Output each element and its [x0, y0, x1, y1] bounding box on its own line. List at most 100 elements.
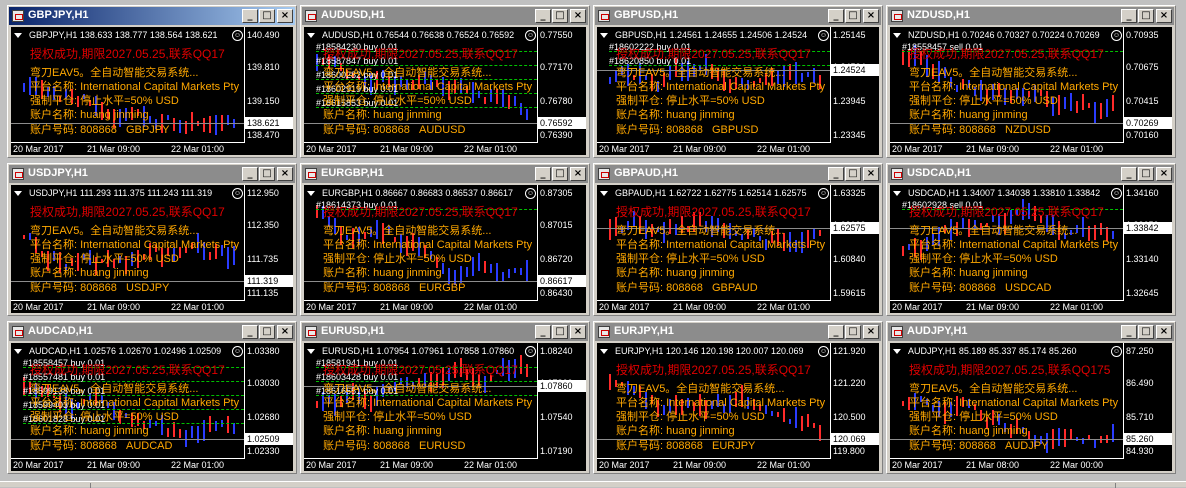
title-bar[interactable]: AUDJPY,H1 _ □ ×: [888, 323, 1174, 341]
minimize-button[interactable]: _: [828, 325, 844, 339]
minimize-button[interactable]: _: [828, 9, 844, 23]
chart-menu-arrow-icon[interactable]: [14, 191, 22, 196]
minimize-button[interactable]: _: [242, 167, 258, 181]
plot-area[interactable]: 87.250 86.490 85.710 84.930 85.260 AUDJP…: [890, 343, 1172, 459]
price-chart[interactable]: 1.08240 1.07860 1.07540 1.07190 1.07860 …: [304, 343, 586, 471]
plot-area[interactable]: 1.08240 1.07860 1.07540 1.07190 1.07860 …: [304, 343, 586, 459]
close-button[interactable]: ×: [277, 167, 293, 181]
price-chart[interactable]: 140.490 139.810 139.150 138.470 138.621 …: [11, 27, 293, 155]
close-button[interactable]: ×: [1156, 167, 1172, 181]
maximize-button[interactable]: □: [845, 325, 861, 339]
chart-menu-arrow-icon[interactable]: [307, 191, 315, 196]
maximize-button[interactable]: □: [845, 9, 861, 23]
minimize-button[interactable]: _: [242, 9, 258, 23]
maximize-button[interactable]: □: [552, 325, 568, 339]
title-bar[interactable]: EURGBP,H1 _ □ ×: [302, 165, 588, 183]
close-button[interactable]: ×: [863, 9, 879, 23]
minimize-button[interactable]: _: [535, 325, 551, 339]
chart-window[interactable]: AUDCAD,H1 _ □ × 1.03380 1.03030 1.02680 …: [7, 321, 297, 474]
price-chart[interactable]: 0.70935 0.70675 0.70415 0.70160 0.70269 …: [890, 27, 1172, 155]
plot-area[interactable]: 140.490 139.810 139.150 138.470 138.621 …: [11, 27, 293, 143]
price-chart[interactable]: 1.03380 1.03030 1.02680 1.02330 1.02509 …: [11, 343, 293, 471]
price-chart[interactable]: 1.63325 1.62100 1.60840 1.59615 1.62575 …: [597, 185, 879, 313]
plot-area[interactable]: 1.63325 1.62100 1.60840 1.59615 1.62575 …: [597, 185, 879, 301]
chart-menu-arrow-icon[interactable]: [14, 33, 22, 38]
minimize-button[interactable]: _: [1121, 167, 1137, 181]
price-chart[interactable]: 121.920 121.220 120.500 119.800 120.069 …: [597, 343, 879, 471]
chart-menu-arrow-icon[interactable]: [893, 349, 901, 354]
close-button[interactable]: ×: [863, 325, 879, 339]
plot-area[interactable]: 121.920 121.220 120.500 119.800 120.069 …: [597, 343, 879, 459]
maximize-button[interactable]: □: [1138, 9, 1154, 23]
minimize-button[interactable]: _: [1121, 325, 1137, 339]
chart-menu-arrow-icon[interactable]: [307, 349, 315, 354]
plot-area[interactable]: 112.950 112.350 111.735 111.135 111.319 …: [11, 185, 293, 301]
title-bar[interactable]: AUDCAD,H1 _ □ ×: [9, 323, 295, 341]
close-button[interactable]: ×: [277, 9, 293, 23]
chart-window[interactable]: EURGBP,H1 _ □ × 0.87305 0.87015 0.86720 …: [300, 163, 590, 316]
price-chart[interactable]: 0.77550 0.77170 0.76780 0.76390 0.76592 …: [304, 27, 586, 155]
price-axis: [1123, 185, 1124, 300]
price-chart[interactable]: 1.34160 1.33650 1.33140 1.32645 1.33842 …: [890, 185, 1172, 313]
price-chart[interactable]: 87.250 86.490 85.710 84.930 85.260 AUDJP…: [890, 343, 1172, 471]
close-button[interactable]: ×: [570, 9, 586, 23]
close-button[interactable]: ×: [277, 325, 293, 339]
close-button[interactable]: ×: [1156, 325, 1172, 339]
close-button[interactable]: ×: [1156, 9, 1172, 23]
price-chart[interactable]: 1.25145 1.24524 1.23945 1.23345 1.24524 …: [597, 27, 879, 155]
chart-menu-arrow-icon[interactable]: [600, 349, 608, 354]
chart-window[interactable]: GBPUSD,H1 _ □ × 1.25145 1.24524 1.23945 …: [593, 5, 883, 158]
maximize-button[interactable]: □: [845, 167, 861, 181]
minimize-button[interactable]: _: [242, 325, 258, 339]
maximize-button[interactable]: □: [259, 167, 275, 181]
plot-area[interactable]: 0.70935 0.70675 0.70415 0.70160 0.70269 …: [890, 27, 1172, 143]
minimize-button[interactable]: _: [828, 167, 844, 181]
chart-menu-arrow-icon[interactable]: [600, 33, 608, 38]
title-bar[interactable]: NZDUSD,H1 _ □ ×: [888, 7, 1174, 25]
minimize-button[interactable]: _: [535, 167, 551, 181]
title-bar[interactable]: AUDUSD,H1 _ □ ×: [302, 7, 588, 25]
plot-area[interactable]: 1.25145 1.24524 1.23945 1.23345 1.24524 …: [597, 27, 879, 143]
close-button[interactable]: ×: [570, 325, 586, 339]
chart-window[interactable]: GBPJPY,H1 _ □ × 140.490 139.810 139.150 …: [7, 5, 297, 158]
chart-window[interactable]: GBPAUD,H1 _ □ × 1.63325 1.62100 1.60840 …: [593, 163, 883, 316]
chart-menu-arrow-icon[interactable]: [600, 191, 608, 196]
close-button[interactable]: ×: [570, 167, 586, 181]
maximize-button[interactable]: □: [1138, 325, 1154, 339]
maximize-button[interactable]: □: [552, 167, 568, 181]
candle-bar: [526, 363, 528, 377]
maximize-button[interactable]: □: [1138, 167, 1154, 181]
chart-menu-arrow-icon[interactable]: [14, 349, 22, 354]
maximize-button[interactable]: □: [552, 9, 568, 23]
chart-window[interactable]: NZDUSD,H1 _ □ × 0.70935 0.70675 0.70415 …: [886, 5, 1176, 158]
close-button[interactable]: ×: [863, 167, 879, 181]
chart-menu-arrow-icon[interactable]: [307, 33, 315, 38]
title-bar[interactable]: EURJPY,H1 _ □ ×: [595, 323, 881, 341]
chart-window[interactable]: EURUSD,H1 _ □ × 1.08240 1.07860 1.07540 …: [300, 321, 590, 474]
plot-area[interactable]: 0.87305 0.87015 0.86720 0.86430 0.86617 …: [304, 185, 586, 301]
title-bar[interactable]: EURUSD,H1 _ □ ×: [302, 323, 588, 341]
title-bar[interactable]: USDCAD,H1 _ □ ×: [888, 165, 1174, 183]
plot-area[interactable]: 1.03380 1.03030 1.02680 1.02330 1.02509 …: [11, 343, 293, 459]
window-title: EURGBP,H1: [321, 167, 384, 179]
chart-window[interactable]: USDJPY,H1 _ □ × 112.950 112.350 111.735 …: [7, 163, 297, 316]
price-label: 0.77170: [540, 62, 573, 72]
chart-window[interactable]: AUDUSD,H1 _ □ × 0.77550 0.77170 0.76780 …: [300, 5, 590, 158]
title-bar[interactable]: USDJPY,H1 _ □ ×: [9, 165, 295, 183]
chart-window[interactable]: AUDJPY,H1 _ □ × 87.250 86.490 85.710 84.…: [886, 321, 1176, 474]
chart-window[interactable]: EURJPY,H1 _ □ × 121.920 121.220 120.500 …: [593, 321, 883, 474]
price-chart[interactable]: 112.950 112.350 111.735 111.135 111.319 …: [11, 185, 293, 313]
plot-area[interactable]: 0.77550 0.77170 0.76780 0.76390 0.76592 …: [304, 27, 586, 143]
title-bar[interactable]: GBPJPY,H1 _ □ ×: [9, 7, 295, 25]
chart-window[interactable]: USDCAD,H1 _ □ × 1.34160 1.33650 1.33140 …: [886, 163, 1176, 316]
title-bar[interactable]: GBPUSD,H1 _ □ ×: [595, 7, 881, 25]
minimize-button[interactable]: _: [535, 9, 551, 23]
plot-area[interactable]: 1.34160 1.33650 1.33140 1.32645 1.33842 …: [890, 185, 1172, 301]
title-bar[interactable]: GBPAUD,H1 _ □ ×: [595, 165, 881, 183]
chart-menu-arrow-icon[interactable]: [893, 191, 901, 196]
maximize-button[interactable]: □: [259, 325, 275, 339]
chart-menu-arrow-icon[interactable]: [893, 33, 901, 38]
minimize-button[interactable]: _: [1121, 9, 1137, 23]
maximize-button[interactable]: □: [259, 9, 275, 23]
price-chart[interactable]: 0.87305 0.87015 0.86720 0.86430 0.86617 …: [304, 185, 586, 313]
